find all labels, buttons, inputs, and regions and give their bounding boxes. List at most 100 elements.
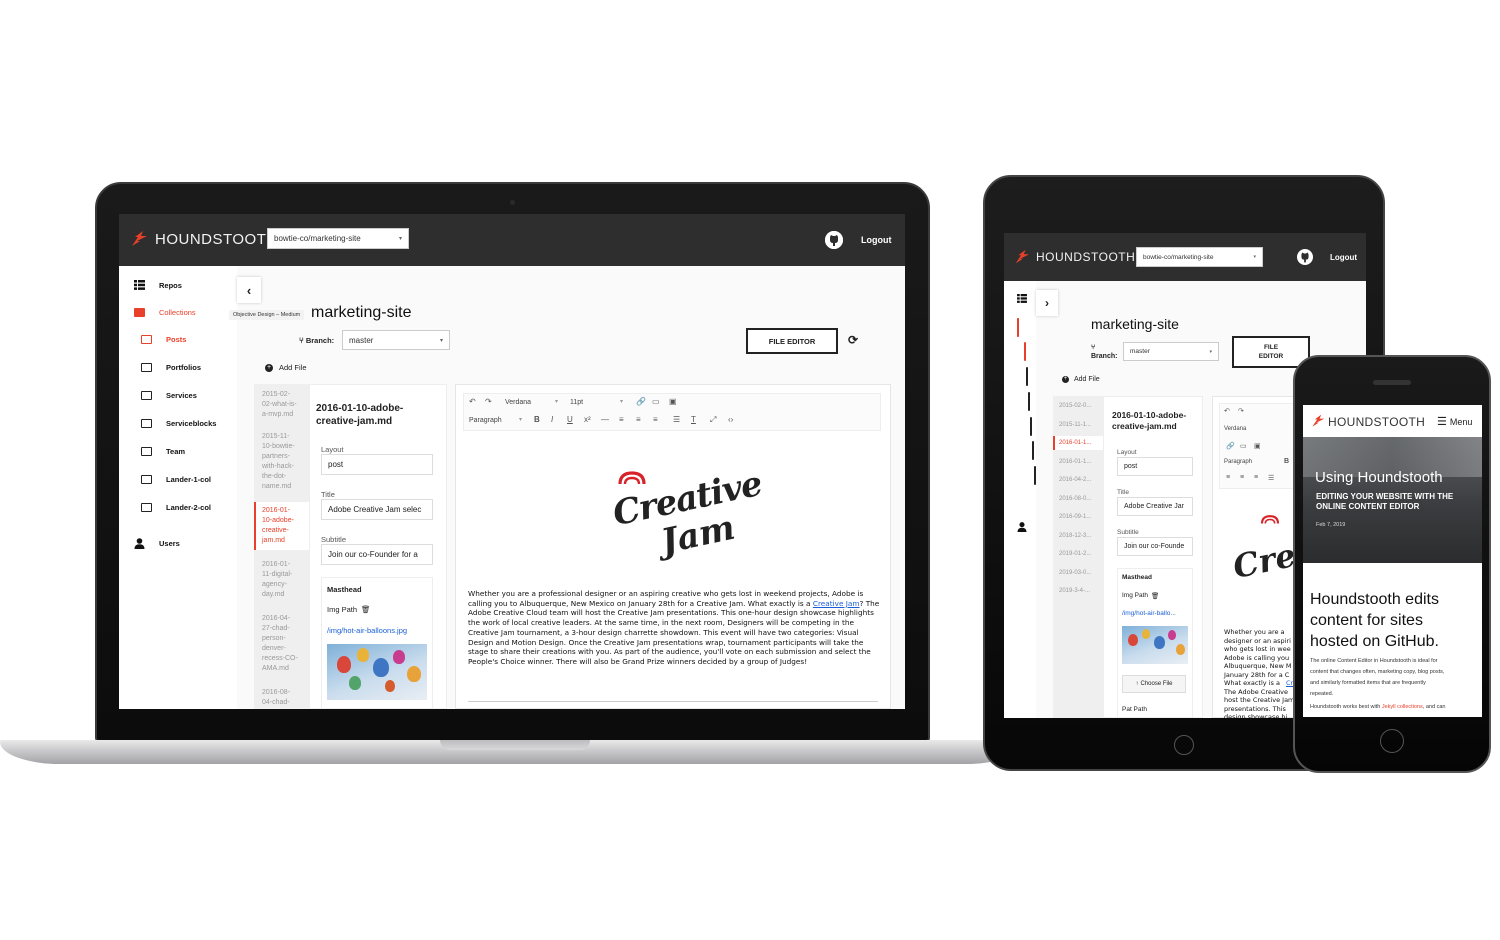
repo-select[interactable]: bowtie-co/marketing-site ▾ bbox=[267, 228, 409, 249]
redo-icon[interactable]: ↷ bbox=[485, 397, 492, 406]
file-tab[interactable]: 2016-01-1... bbox=[1055, 455, 1102, 469]
font-family-select[interactable]: Verdana bbox=[505, 399, 531, 406]
folder-icon[interactable] bbox=[1032, 441, 1034, 460]
bullet-list-icon[interactable]: ☰ bbox=[1268, 474, 1274, 482]
block-format-select[interactable]: Paragraph bbox=[1224, 459, 1252, 465]
sidebar-item-lander-1-col[interactable]: Lander-1-col bbox=[141, 475, 211, 484]
file-tab[interactable]: 2018-12-3... bbox=[1055, 529, 1102, 543]
clear-format-icon[interactable]: T bbox=[691, 415, 696, 424]
align-left-icon[interactable]: ≡ bbox=[619, 415, 624, 424]
file-tab[interactable]: 2019-01-2... bbox=[1055, 547, 1102, 561]
block-format-select[interactable]: Paragraph bbox=[469, 417, 502, 424]
folder-icon[interactable] bbox=[1028, 392, 1030, 411]
refresh-icon[interactable]: ⟳ bbox=[848, 333, 858, 347]
github-icon[interactable] bbox=[825, 231, 843, 249]
sidebar-item-services[interactable]: Services bbox=[141, 391, 197, 400]
logout-link[interactable]: Logout bbox=[1330, 253, 1357, 262]
file-tab[interactable]: 2016-09-1... bbox=[1055, 510, 1102, 524]
file-tab[interactable]: 2015-02- 02-what-is-a-mvp.md bbox=[256, 386, 308, 424]
jekyll-collections-link[interactable]: Jekyll collections bbox=[1382, 704, 1423, 710]
choose-file-button[interactable]: ↑ Choose File bbox=[1122, 675, 1186, 693]
file-tab[interactable]: 2016-04-2... bbox=[1055, 473, 1102, 487]
horizontal-rule-icon[interactable]: — bbox=[601, 415, 609, 424]
hero-title: Using Houndstooth bbox=[1315, 469, 1443, 486]
title-input[interactable]: Adobe Creative Jar bbox=[1117, 497, 1193, 516]
undo-icon[interactable]: ↶ bbox=[469, 397, 476, 406]
font-size-select[interactable]: 11pt bbox=[570, 399, 583, 406]
creative-jam-link[interactable]: Creative Jam bbox=[813, 599, 860, 608]
file-tab[interactable]: 2016-04- 27-chad-person-denver-recess-CO-… bbox=[256, 610, 308, 678]
sidebar-item-users[interactable]: Users bbox=[134, 538, 180, 549]
sidebar-item-serviceblocks[interactable]: Serviceblocks bbox=[141, 419, 216, 428]
trash-icon[interactable]: 🗑 bbox=[1151, 592, 1159, 600]
layout-input[interactable]: post bbox=[321, 454, 433, 475]
sidebar-item-team[interactable]: Team bbox=[141, 447, 185, 456]
folder-filled-icon[interactable] bbox=[1017, 318, 1019, 337]
img-path-link[interactable]: /img/hot-air-ballo... bbox=[1122, 610, 1176, 617]
bold-icon[interactable]: B bbox=[534, 415, 540, 424]
align-center-icon[interactable]: ≡ bbox=[1240, 474, 1244, 481]
file-editor-button[interactable]: FILE EDITOR bbox=[746, 328, 838, 354]
redo-icon[interactable]: ↷ bbox=[1238, 407, 1244, 415]
image-icon[interactable]: ▣ bbox=[1254, 442, 1261, 450]
add-file-button[interactable]: + Add File bbox=[1062, 376, 1100, 383]
fullscreen-icon[interactable]: ⤢ bbox=[710, 415, 716, 425]
media-icon[interactable]: ▭ bbox=[652, 397, 660, 406]
align-right-icon[interactable]: ≡ bbox=[653, 415, 658, 424]
img-path-link[interactable]: /img/hot-air-balloons.jpg bbox=[327, 626, 407, 635]
file-tab[interactable]: 2015-11-1... bbox=[1055, 418, 1102, 432]
align-right-icon[interactable]: ≡ bbox=[1254, 474, 1258, 481]
file-tab[interactable]: 2016-08-0... bbox=[1055, 492, 1102, 506]
file-tab[interactable]: 2019-03-0... bbox=[1055, 566, 1102, 580]
file-tab[interactable]: 2015-02-0... bbox=[1055, 399, 1102, 413]
title-input[interactable]: Adobe Creative Jam selec bbox=[321, 499, 433, 520]
branch-select[interactable]: master ▾ bbox=[342, 330, 450, 350]
trash-icon[interactable]: 🗑 bbox=[361, 605, 371, 614]
folder-icon[interactable] bbox=[1030, 417, 1032, 436]
github-icon[interactable] bbox=[1297, 249, 1313, 265]
superscript-icon[interactable]: x² bbox=[584, 415, 591, 424]
folder-open-icon[interactable] bbox=[1024, 342, 1026, 361]
file-tab[interactable]: 2016-01- 11-digital-agency-day.md bbox=[256, 556, 308, 604]
editor-body-text[interactable]: Whether you are a professional designer … bbox=[468, 589, 880, 667]
image-icon[interactable]: ▣ bbox=[669, 397, 677, 406]
sidebar-item-collections[interactable]: Collections bbox=[134, 308, 196, 317]
file-tab[interactable]: 2016-08- 04-chad- bbox=[256, 684, 308, 709]
file-tab-active[interactable]: 2016-01- 10-adobe-creative-jam.md bbox=[254, 502, 309, 550]
bullet-list-icon[interactable]: ☰ bbox=[673, 415, 680, 424]
expand-sidebar-button[interactable]: › bbox=[1036, 290, 1058, 316]
user-icon[interactable] bbox=[1017, 522, 1027, 532]
italic-icon[interactable]: I bbox=[551, 415, 553, 424]
link-icon[interactable]: 🔗 bbox=[636, 397, 646, 406]
bold-icon[interactable]: B bbox=[1284, 458, 1289, 465]
title-label: Title bbox=[1117, 489, 1130, 496]
file-tab-active[interactable]: 2016-01-1... bbox=[1053, 436, 1103, 450]
folder-icon[interactable] bbox=[1026, 367, 1028, 386]
link-icon[interactable]: 🔗 bbox=[1226, 442, 1235, 450]
undo-icon[interactable]: ↶ bbox=[1224, 407, 1230, 415]
add-file-button[interactable]: + Add File bbox=[265, 363, 307, 372]
underline-icon[interactable]: U bbox=[567, 415, 573, 424]
collapse-sidebar-button[interactable]: ‹ bbox=[237, 277, 261, 303]
media-icon[interactable]: ▭ bbox=[1240, 442, 1247, 450]
align-center-icon[interactable]: ≡ bbox=[636, 415, 641, 424]
menu-button[interactable]: ☰ Menu bbox=[1437, 415, 1472, 428]
grid-icon[interactable] bbox=[1017, 294, 1027, 303]
sidebar-item-portfolios[interactable]: Portfolios bbox=[141, 363, 201, 372]
subtitle-input[interactable]: Join our co-Founder for a bbox=[321, 544, 433, 565]
align-left-icon[interactable]: ≡ bbox=[1226, 474, 1230, 481]
file-tab-line: recess-CO- bbox=[262, 655, 298, 662]
font-family-select[interactable]: Verdana bbox=[1224, 426, 1246, 432]
sidebar-item-lander-2-col[interactable]: Lander-2-col bbox=[141, 503, 211, 512]
branch-select[interactable]: master ▾ bbox=[1123, 342, 1219, 361]
file-tab[interactable]: 2015-11- 10-bowtie-partners-with-hack-the… bbox=[256, 428, 308, 496]
layout-input[interactable]: post bbox=[1117, 457, 1193, 476]
sidebar-item-repos[interactable]: Repos bbox=[134, 280, 182, 290]
logout-link[interactable]: Logout bbox=[861, 235, 892, 245]
file-tab[interactable]: 2019-3-4-... bbox=[1055, 584, 1102, 598]
code-icon[interactable]: ‹› bbox=[728, 415, 733, 424]
phone-speaker bbox=[1373, 380, 1411, 385]
repo-select[interactable]: bowtie-co/marketing-site ▾ bbox=[1136, 247, 1263, 267]
subtitle-input[interactable]: Join our co-Founde bbox=[1117, 537, 1193, 556]
sidebar-item-posts[interactable]: Posts bbox=[141, 335, 186, 344]
